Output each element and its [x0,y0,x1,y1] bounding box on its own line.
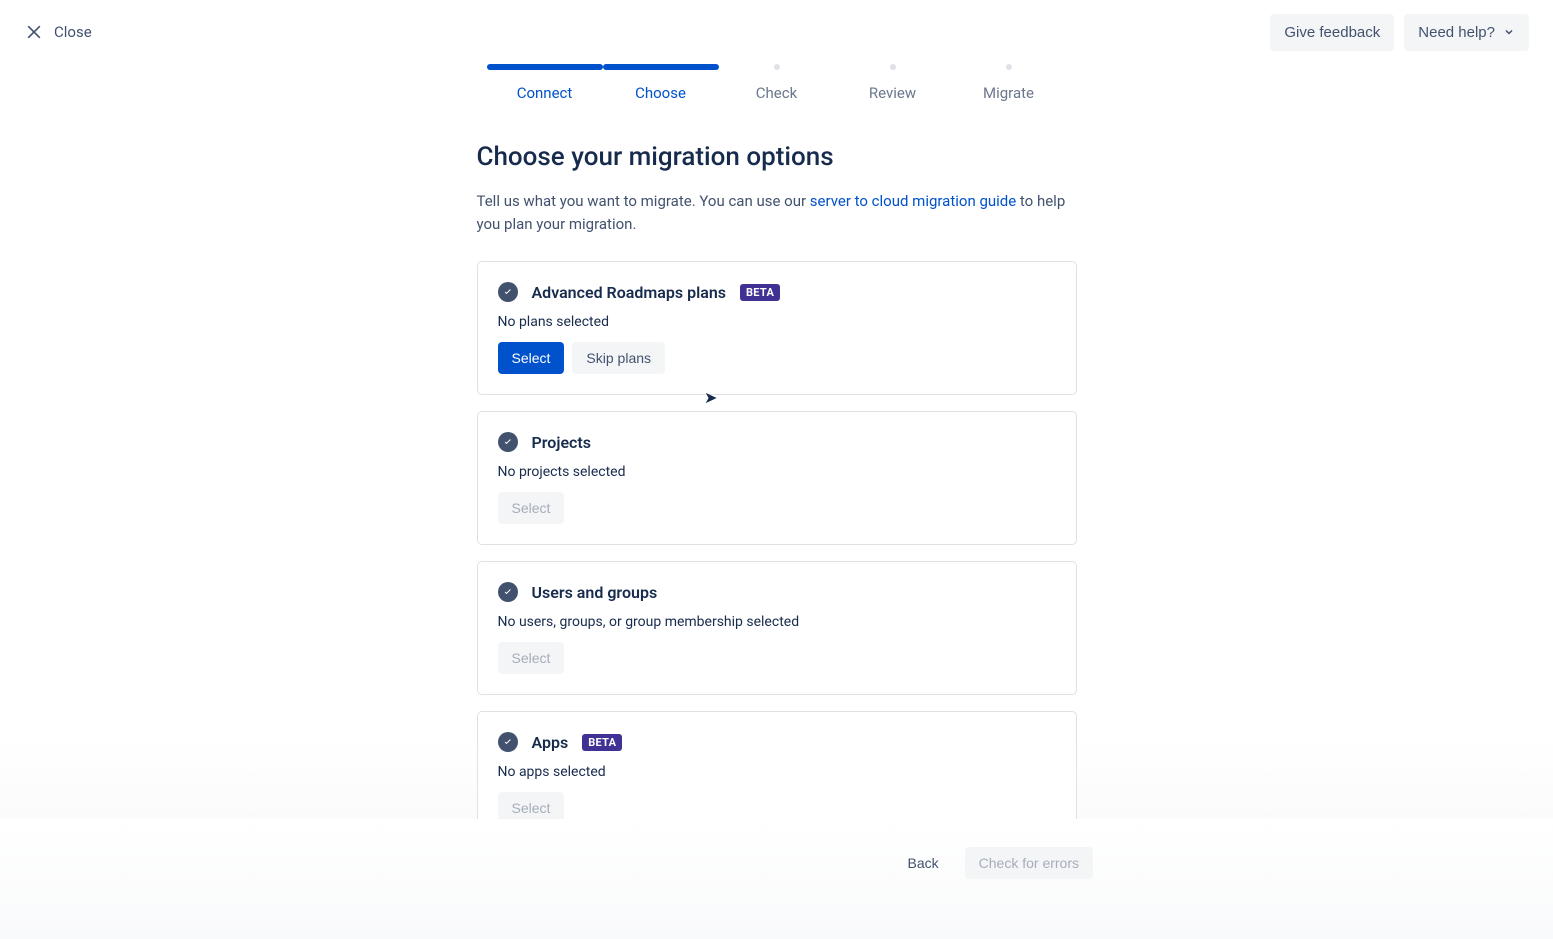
check-errors-button: Check for errors [965,847,1093,879]
desc-text-1: Tell us what you want to migrate. You ca… [477,192,810,210]
step-label: Review [869,84,916,102]
close-icon [24,22,44,42]
page-title: Choose your migration options [477,142,1077,172]
chevron-down-icon [1503,26,1515,38]
select-users-button: Select [498,642,565,674]
close-label: Close [54,23,92,41]
step-bar [774,64,780,70]
page-description: Tell us what you want to migrate. You ca… [477,190,1077,235]
step-bar [487,64,603,70]
check-icon [498,432,518,452]
step-label: Migrate [983,84,1034,102]
card-title: Projects [532,433,592,452]
step-choose[interactable]: Choose [603,64,719,102]
close-button[interactable]: Close [24,22,92,42]
beta-badge: BETA [740,284,780,301]
step-bar [890,64,896,70]
card-users: Users and groups No users, groups, or gr… [477,561,1077,695]
stepper: Connect Choose Check Review Migrate [477,64,1077,102]
step-check: Check [719,64,835,102]
back-button[interactable]: Back [894,847,953,879]
card-status: No projects selected [498,464,1056,480]
step-connect[interactable]: Connect [487,64,603,102]
step-label: Choose [635,84,686,102]
step-label: Connect [517,84,573,102]
check-icon [498,732,518,752]
step-bar [1006,64,1012,70]
card-title: Users and groups [532,583,658,602]
beta-badge: BETA [582,734,622,751]
select-roadmaps-button[interactable]: Select [498,342,565,374]
card-title: Advanced Roadmaps plans [532,283,726,302]
step-label: Check [756,84,797,102]
step-review: Review [835,64,951,102]
footer: Back Check for errors [0,819,1553,939]
card-title: Apps [532,733,569,752]
step-bar [603,64,719,70]
give-feedback-button[interactable]: Give feedback [1270,14,1394,51]
give-feedback-label: Give feedback [1284,24,1380,41]
card-projects: Projects No projects selected Select [477,411,1077,545]
step-migrate: Migrate [951,64,1067,102]
skip-plans-button[interactable]: Skip plans [572,342,665,374]
need-help-label: Need help? [1418,24,1495,41]
card-status: No apps selected [498,764,1056,780]
check-icon [498,282,518,302]
card-roadmaps: Advanced Roadmaps plans BETA No plans se… [477,261,1077,395]
card-status: No plans selected [498,314,1056,330]
check-icon [498,582,518,602]
card-status: No users, groups, or group membership se… [498,614,1056,630]
need-help-button[interactable]: Need help? [1404,14,1529,51]
select-projects-button: Select [498,492,565,524]
migration-guide-link[interactable]: server to cloud migration guide [810,192,1016,210]
